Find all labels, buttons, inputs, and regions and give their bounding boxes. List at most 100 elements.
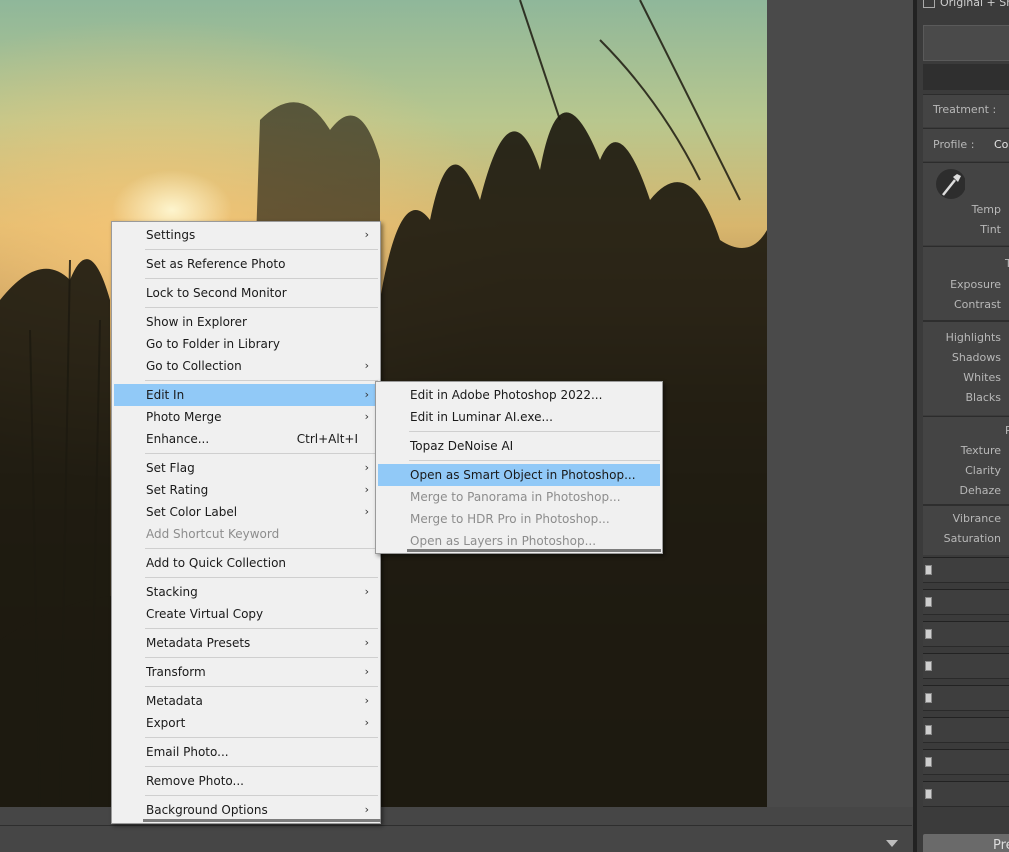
previous-button[interactable]: Prev [923,834,1009,852]
highlights-label: Highlights [945,331,1001,344]
menu-item-set-rating[interactable]: Set Rating › [114,479,378,501]
chevron-right-icon: › [364,803,369,816]
menu-item-email-photo[interactable]: Email Photo... [114,741,378,763]
chevron-right-icon: › [364,461,369,474]
presence-header: P [1005,424,1009,437]
chevron-right-icon: › [364,388,369,401]
filmstrip-toggle-icon[interactable] [886,840,898,847]
menu-label: Go to Collection [146,359,242,373]
menu-item-create-virtual-copy[interactable]: Create Virtual Copy [114,603,378,625]
menu-item-show-in-explorer[interactable]: Show in Explorer [114,311,378,333]
profile-label: Profile : [933,138,975,151]
chevron-right-icon: › [364,505,369,518]
panel-toggle-icon[interactable] [925,661,932,671]
collapsed-panel-6[interactable] [923,717,1009,743]
menu-item-settings[interactable]: Settings › [114,224,378,246]
blacks-label: Blacks [965,391,1002,404]
menu-item-go-to-folder[interactable]: Go to Folder in Library [114,333,378,355]
view-mode-label[interactable]: Original + Sn [923,0,1009,14]
menu-label: Create Virtual Copy [146,607,264,621]
menu-label: Set Flag [146,461,195,475]
menu-label: Settings [146,228,196,242]
menu-label: Edit In [146,388,185,402]
chevron-right-icon: › [364,585,369,598]
tint-label: Tint [980,223,1001,236]
collapsed-panel-7[interactable] [923,749,1009,775]
menu-label: Merge to HDR Pro in Photoshop... [410,512,610,526]
menu-label: Export [146,716,186,730]
shortcut-label: Ctrl+Alt+I [296,432,358,446]
menu-item-metadata-presets[interactable]: Metadata Presets › [114,632,378,654]
submenu-item-merge-panorama: Merge to Panorama in Photoshop... [378,486,660,508]
menu-label: Background Options [146,803,268,817]
panel-toggle-icon[interactable] [925,629,932,639]
chevron-right-icon: › [364,410,369,423]
submenu-item-merge-hdr-pro: Merge to HDR Pro in Photoshop... [378,508,660,530]
panel-toggle-icon[interactable] [925,757,932,767]
temp-label: Temp [971,203,1001,216]
panel-toggle-icon[interactable] [925,597,932,607]
menu-item-edit-in[interactable]: Edit In › [114,384,378,406]
submenu-item-edit-luminar[interactable]: Edit in Luminar AI.exe... [378,406,660,428]
eyedropper-icon[interactable] [935,168,966,200]
menu-label: Open as Layers in Photoshop... [410,534,597,548]
chevron-right-icon: › [364,359,369,372]
collapsed-panel-8[interactable] [923,781,1009,807]
menu-item-transform[interactable]: Transform › [114,661,378,683]
menu-label: Email Photo... [146,745,229,759]
contrast-label: Contrast [953,298,1001,311]
menu-label: Set Color Label [146,505,238,519]
menu-item-photo-merge[interactable]: Photo Merge › [114,406,378,428]
treatment-label: Treatment : [933,103,997,116]
menu-label: Add Shortcut Keyword [146,527,280,541]
panel-toggle-icon[interactable] [925,565,932,575]
profile-dropdown[interactable]: Col [994,138,1009,151]
menu-item-add-shortcut-keyword: Add Shortcut Keyword [114,523,378,545]
menu-label: Edit in Luminar AI.exe... [410,410,553,424]
collapsed-panel-4[interactable] [923,653,1009,679]
collapsed-panel-2[interactable] [923,589,1009,615]
menu-item-export[interactable]: Export › [114,712,378,734]
clarity-label: Clarity [965,464,1001,477]
panel-toggle-icon[interactable] [925,789,932,799]
menu-label: Go to Folder in Library [146,337,280,351]
menu-label: Stacking [146,585,198,599]
panel-toggle-icon[interactable] [925,693,932,703]
menu-item-set-reference-photo[interactable]: Set as Reference Photo [114,253,378,275]
submenu-item-smart-object[interactable]: Open as Smart Object in Photoshop... [378,464,660,486]
menu-label: Lock to Second Monitor [146,286,287,300]
menu-label: Open as Smart Object in Photoshop... [410,468,636,482]
exposure-label: Exposure [950,278,1001,291]
menu-item-stacking[interactable]: Stacking › [114,581,378,603]
basic-panel-header[interactable] [923,64,1009,90]
menu-label: Show in Explorer [146,315,247,329]
submenu-scrollbar[interactable] [407,549,661,552]
menu-item-set-flag[interactable]: Set Flag › [114,457,378,479]
view-mode-text: Original + Sn [940,0,1009,9]
menu-label: Edit in Adobe Photoshop 2022... [410,388,603,402]
chevron-right-icon: › [364,665,369,678]
menu-item-lock-second-monitor[interactable]: Lock to Second Monitor [114,282,378,304]
menu-label: Transform [146,665,206,679]
profile-row: Profile : Col [923,128,1009,161]
collapsed-panel-1[interactable] [923,557,1009,583]
menu-item-enhance[interactable]: Enhance... Ctrl+Alt+I [114,428,378,450]
shadows-label: Shadows [951,351,1001,364]
menu-scrollbar[interactable] [143,819,381,822]
menu-item-go-to-collection[interactable]: Go to Collection › [114,355,378,377]
submenu-item-edit-photoshop-2022[interactable]: Edit in Adobe Photoshop 2022... [378,384,660,406]
menu-item-metadata[interactable]: Metadata › [114,690,378,712]
collapsed-panel-5[interactable] [923,685,1009,711]
menu-item-remove-photo[interactable]: Remove Photo... [114,770,378,792]
submenu-item-topaz-denoise[interactable]: Topaz DeNoise AI [378,435,660,457]
collapsed-panel-3[interactable] [923,621,1009,647]
panel-toggle-icon[interactable] [925,725,932,735]
menu-item-add-to-quick-collection[interactable]: Add to Quick Collection [114,552,378,574]
tone-header: T [1005,257,1009,270]
chevron-right-icon: › [364,716,369,729]
menu-item-set-color-label[interactable]: Set Color Label › [114,501,378,523]
chevron-right-icon: › [364,228,369,241]
right-develop-panel: Original + Sn Treatment : Profile : Col … [913,0,1009,852]
dehaze-label: Dehaze [959,484,1002,497]
menu-item-background-options[interactable]: Background Options › [114,799,378,821]
